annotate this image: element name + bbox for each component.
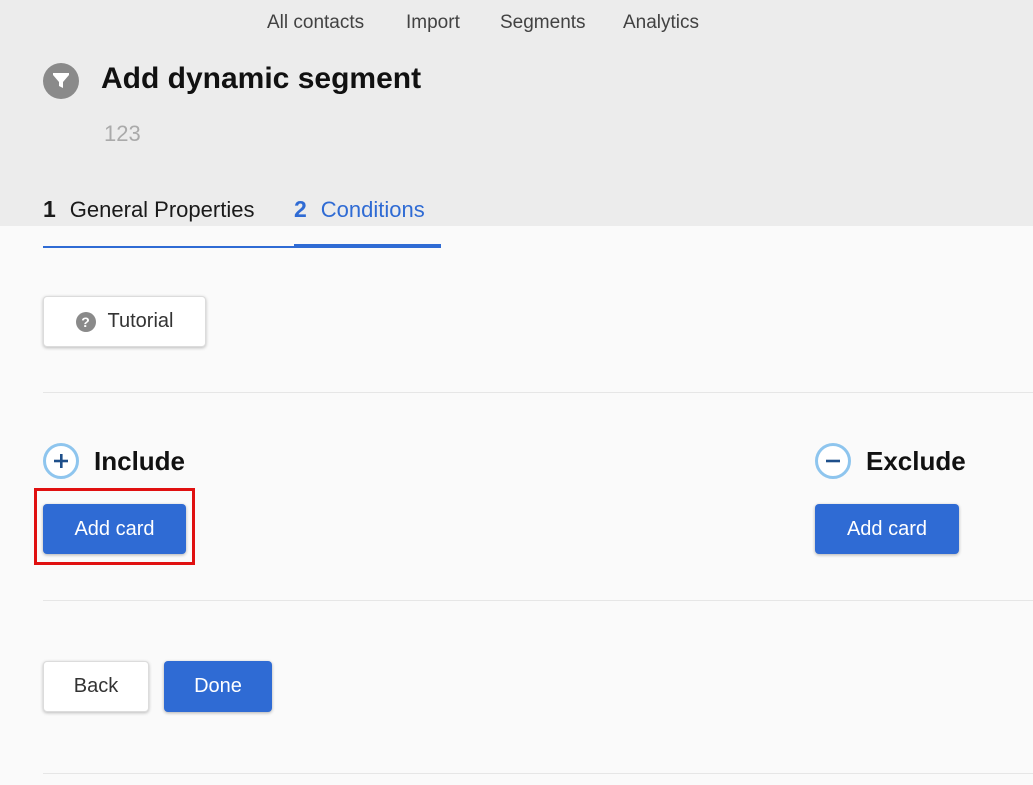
step-label: Conditions [320,197,425,222]
nav-import[interactable]: Import [406,12,460,34]
nav-analytics[interactable]: Analytics [623,12,699,34]
divider [43,600,1033,601]
done-button[interactable]: Done [164,661,272,712]
page-header: All contacts Import Segments Analytics A… [0,0,1033,226]
back-button[interactable]: Back [43,661,149,712]
segment-name: 123 [104,121,141,146]
question-circle-icon: ? [75,311,96,332]
top-navigation: All contacts Import Segments Analytics [0,12,1033,36]
funnel-icon [43,63,79,99]
plus-circle-icon [43,443,79,479]
include-add-card-button[interactable]: Add card [43,504,186,554]
tutorial-label: Tutorial [107,310,174,332]
step-label: General Properties [69,197,255,222]
step-number: 1 [43,196,56,222]
tab-general-properties[interactable]: 1 General Properties [43,196,294,248]
nav-all-contacts[interactable]: All contacts [267,12,364,34]
page-title: Add dynamic segment [101,62,422,95]
tutorial-button[interactable]: ? Tutorial [43,296,206,347]
nav-segments[interactable]: Segments [500,12,586,34]
include-title: Include [94,446,186,476]
step-number: 2 [294,196,307,222]
tab-conditions[interactable]: 2 Conditions [294,196,441,248]
minus-circle-icon [815,443,851,479]
exclude-add-card-button[interactable]: Add card [815,504,959,554]
exclude-title: Exclude [866,446,966,476]
divider [43,392,1033,393]
divider [43,773,1033,774]
